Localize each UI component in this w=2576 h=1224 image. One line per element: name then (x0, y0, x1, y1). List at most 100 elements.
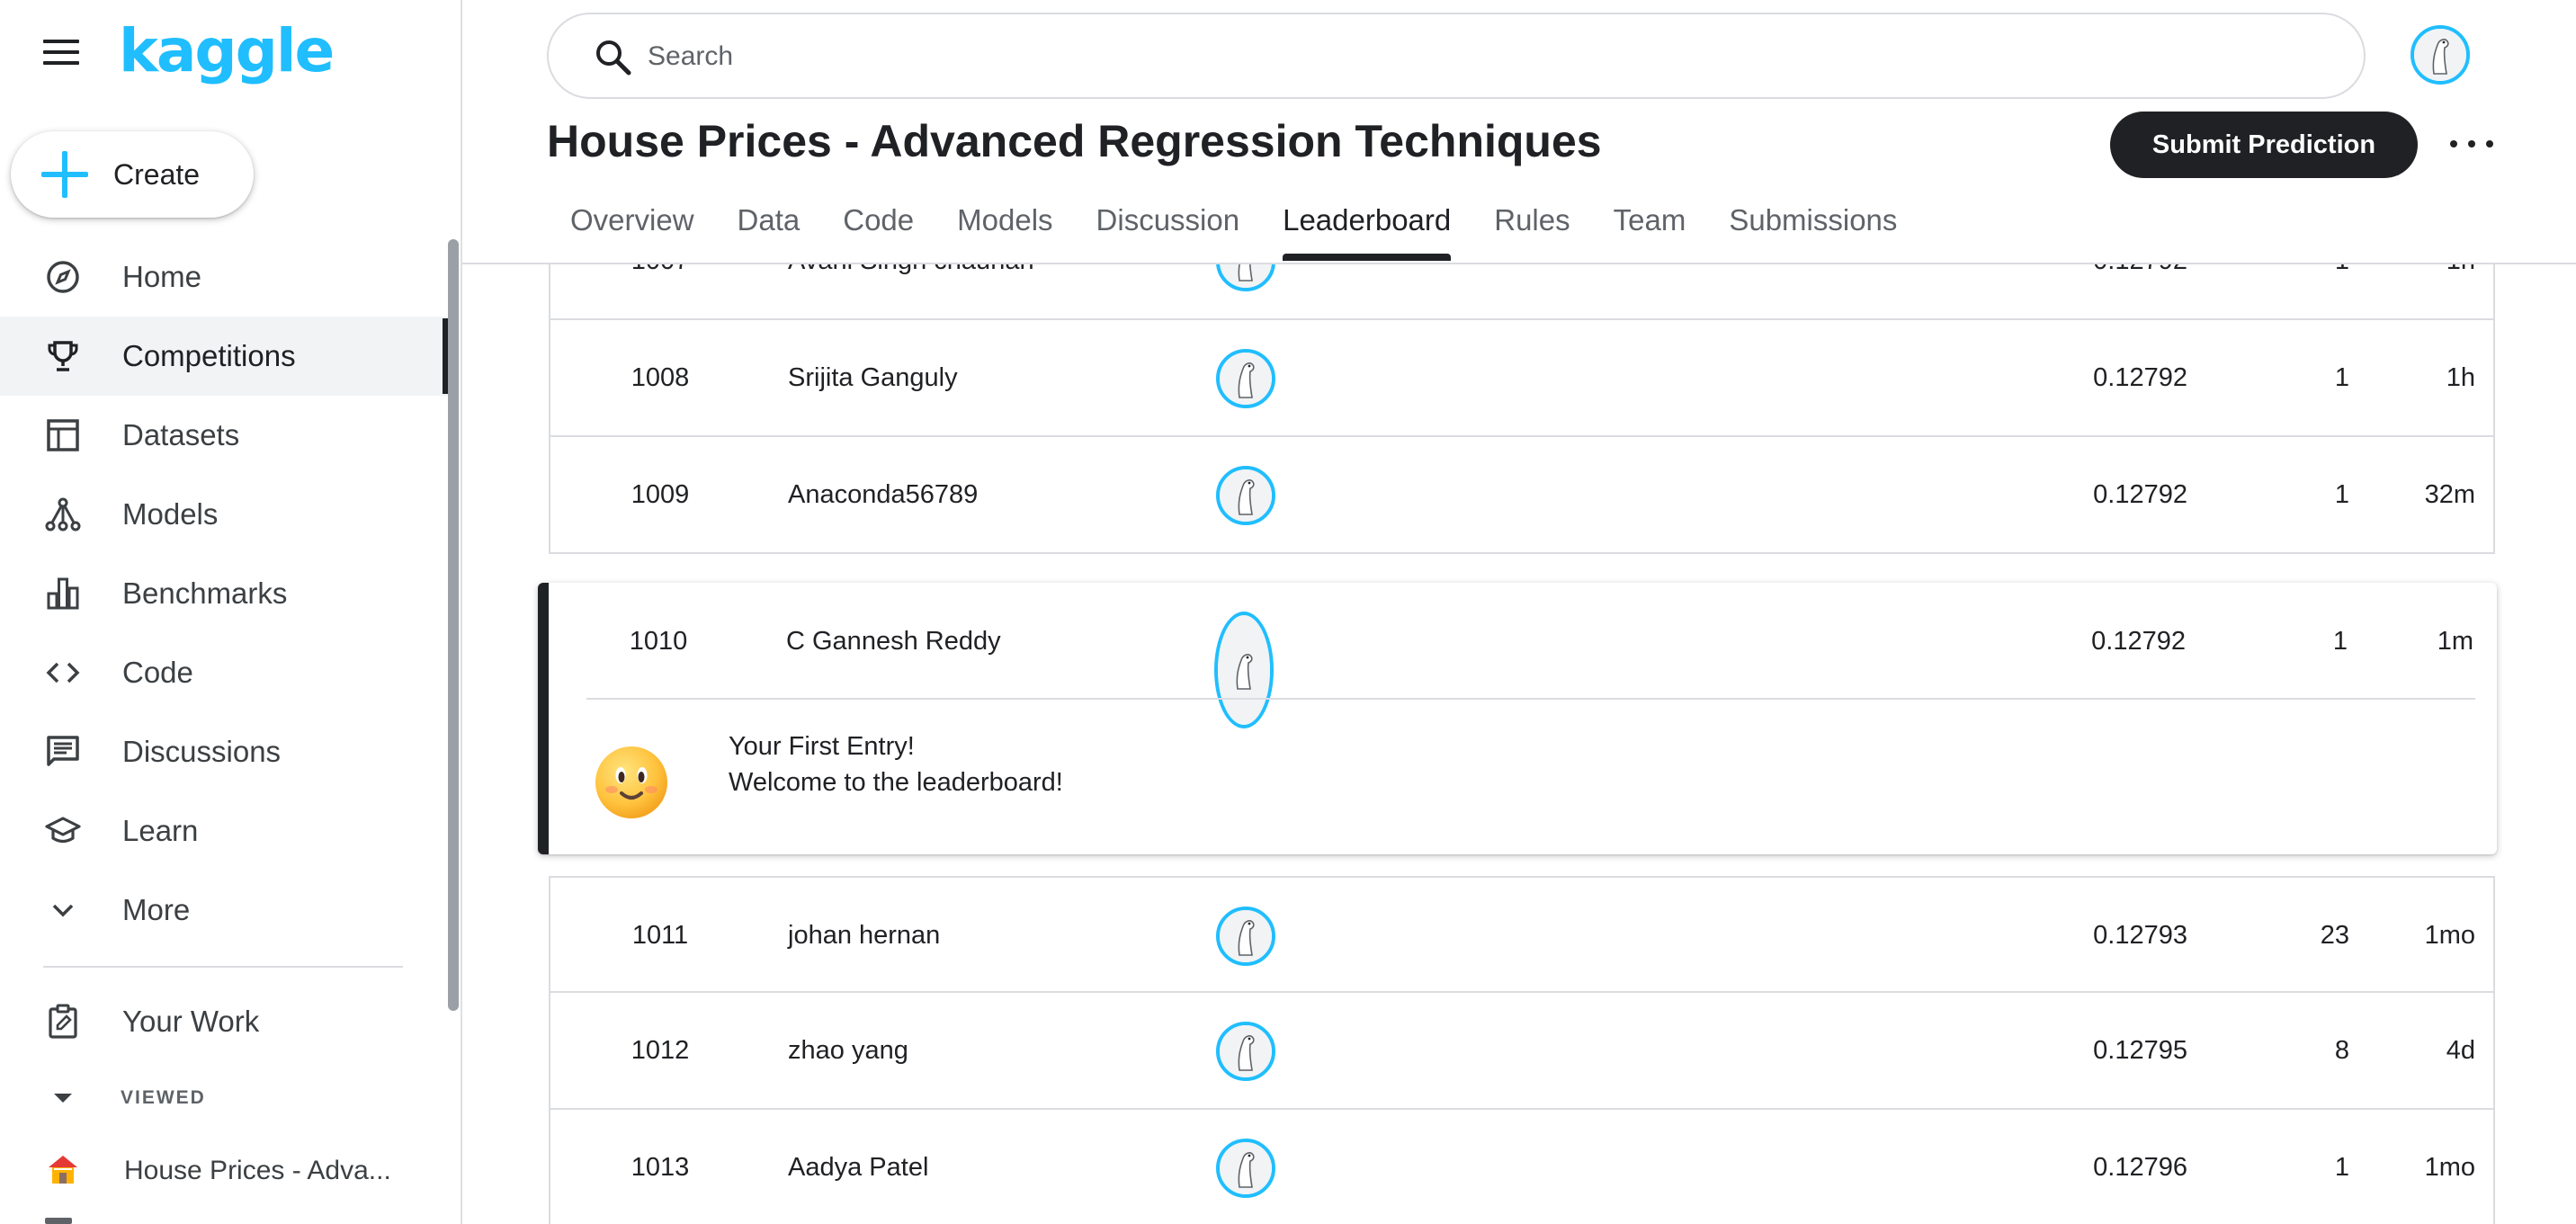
team-name-cell[interactable]: Anaconda56789 (788, 437, 978, 552)
rank-cell: 1013 (631, 1152, 690, 1182)
chat-bubble-icon (47, 736, 79, 766)
search-icon (596, 40, 631, 76)
last-submission-cell: 4d (2446, 1035, 2475, 1065)
last-submission-cell: 1mo (2424, 1152, 2475, 1182)
table-row[interactable]: 1013 Aadya Patel 0.12796 1 1mo (549, 1110, 2495, 1224)
tab-team[interactable]: Team (1592, 198, 1708, 266)
rank-cell: 1007 (550, 264, 770, 318)
tab-submissions[interactable]: Submissions (1707, 198, 1919, 266)
card-divider (586, 698, 2475, 700)
tab-discussion[interactable]: Discussion (1075, 198, 1262, 266)
rank-cell: 1011 (631, 920, 689, 950)
tab-overview[interactable]: Overview (549, 198, 716, 266)
table-row[interactable]: 1007 Avani Singh chauhan 0.12792 1 1h (549, 264, 2495, 320)
team-member-avatar[interactable] (1216, 264, 1275, 291)
recent-item-partial[interactable] (45, 1218, 72, 1224)
kaggle-logo[interactable]: kaggle (119, 16, 335, 85)
first-entry-title: Your First Entry! (729, 732, 915, 761)
score-cell: 0.12795 (2093, 1035, 2187, 1065)
sidebar-item-label: Discussions (122, 735, 282, 768)
user-avatar-icon (1220, 1025, 1272, 1077)
tab-data[interactable]: Data (716, 198, 822, 266)
sidebar-item-home[interactable]: Home (0, 237, 450, 317)
entries-cell: 1 (2259, 264, 2349, 318)
tabs-divider (462, 263, 2576, 264)
score-cell: 0.12792 (1990, 264, 2187, 318)
entries-cell: 1 (2334, 362, 2349, 392)
rank-cell: 1012 (631, 1035, 690, 1065)
sidebar-item-label: Code (122, 656, 193, 689)
sidebar-item-competitions[interactable]: Competitions (0, 317, 450, 396)
entries-cell: 1 (2332, 626, 2348, 656)
team-name-cell[interactable]: zhao yang (788, 993, 908, 1108)
caret-down-icon (54, 1094, 72, 1103)
sidebar-item-discussions[interactable]: Discussions (0, 712, 450, 791)
last-submission-cell: 32m (2424, 479, 2475, 509)
table-row[interactable]: 1008 Srijita Ganguly 0.12792 1 1h (549, 320, 2495, 437)
team-name-cell[interactable]: Aadya Patel (788, 1110, 928, 1224)
tab-rules[interactable]: Rules (1472, 198, 1591, 266)
team-name-cell[interactable]: johan hernan (788, 878, 940, 993)
team-member-avatar[interactable] (1216, 349, 1275, 408)
team-name-cell[interactable]: C Gannesh Reddy (786, 583, 1001, 700)
sidebar-item-label: Home (122, 260, 202, 293)
entries-cell: 23 (2320, 920, 2349, 950)
sidebar-scrollbar-thumb[interactable] (448, 239, 459, 1011)
recent-item-house-prices[interactable]: House Prices - Adva... (0, 1131, 450, 1211)
tab-models[interactable]: Models (935, 198, 1074, 266)
last-submission-cell: 1m (2437, 626, 2473, 656)
create-label: Create (113, 157, 201, 191)
score-cell: 0.12793 (2093, 920, 2187, 950)
code-brackets-icon (46, 662, 80, 683)
team-member-avatar[interactable] (1214, 612, 1274, 728)
recent-item-label: House Prices - Adva... (124, 1156, 391, 1185)
search-bar[interactable] (547, 13, 2366, 99)
menu-icon[interactable] (43, 40, 79, 67)
rank-cell: 1008 (631, 362, 690, 392)
table-row[interactable]: 1011 johan hernan 0.12793 23 1mo (549, 876, 2495, 993)
entries-cell: 8 (2334, 1035, 2349, 1065)
team-name-cell[interactable]: Srijita Ganguly (788, 320, 958, 435)
sidebar-divider (43, 966, 403, 968)
competition-tabs: Overview Data Code Models Discussion Lea… (549, 198, 1919, 266)
more-options-icon[interactable] (2450, 126, 2493, 162)
compass-icon (47, 261, 79, 293)
team-member-avatar[interactable] (1216, 1139, 1275, 1198)
graduation-cap-icon (45, 817, 81, 844)
page-title: House Prices - Advanced Regression Techn… (547, 116, 1602, 166)
models-graph-icon (45, 497, 81, 532)
viewed-section-toggle[interactable]: VIEWED (0, 1076, 450, 1121)
team-member-avatar[interactable] (1216, 907, 1275, 966)
sidebar-item-datasets[interactable]: Datasets (0, 396, 450, 475)
score-cell: 0.12796 (2093, 1152, 2187, 1182)
tab-leaderboard[interactable]: Leaderboard (1261, 198, 1472, 266)
table-row[interactable]: 1012 zhao yang 0.12795 8 4d (549, 993, 2495, 1110)
submit-prediction-button[interactable]: Submit Prediction (2110, 112, 2418, 178)
sidebar-item-code[interactable]: Code (0, 633, 450, 712)
team-member-avatar[interactable] (1216, 1022, 1275, 1081)
tab-code[interactable]: Code (821, 198, 935, 266)
user-avatar-icon (1220, 910, 1272, 962)
viewed-section-label: VIEWED (121, 1087, 206, 1108)
sidebar-item-label: Your Work (122, 1005, 260, 1038)
create-button[interactable]: Create (11, 131, 254, 218)
house-competition-icon (49, 1156, 77, 1184)
sidebar-item-benchmarks[interactable]: Benchmarks (0, 554, 450, 633)
entries-cell: 1 (2334, 1152, 2349, 1182)
team-member-avatar[interactable] (1216, 466, 1275, 525)
rank-cell: 1010 (629, 626, 688, 656)
user-avatar[interactable] (2411, 25, 2470, 85)
team-name-cell[interactable]: Avani Singh chauhan (788, 264, 1034, 318)
search-input[interactable] (648, 32, 2267, 81)
plus-icon (41, 151, 88, 198)
sidebar-item-models[interactable]: Models (0, 475, 450, 554)
score-cell: 0.12792 (2091, 626, 2186, 656)
sidebar-item-your-work[interactable]: Your Work (0, 982, 450, 1061)
table-row[interactable]: 1009 Anaconda56789 0.12792 1 32m (549, 437, 2495, 554)
sidebar-item-more[interactable]: More (0, 871, 450, 950)
clipboard-edit-icon (49, 1004, 77, 1039)
sidebar: kaggle Create Home Competitions Datasets… (0, 0, 462, 1224)
user-avatar-icon (1218, 644, 1270, 696)
sidebar-item-learn[interactable]: Learn (0, 791, 450, 871)
table-row-highlighted[interactable]: 1010 C Gannesh Reddy 0.12792 1 1m (549, 583, 2497, 728)
